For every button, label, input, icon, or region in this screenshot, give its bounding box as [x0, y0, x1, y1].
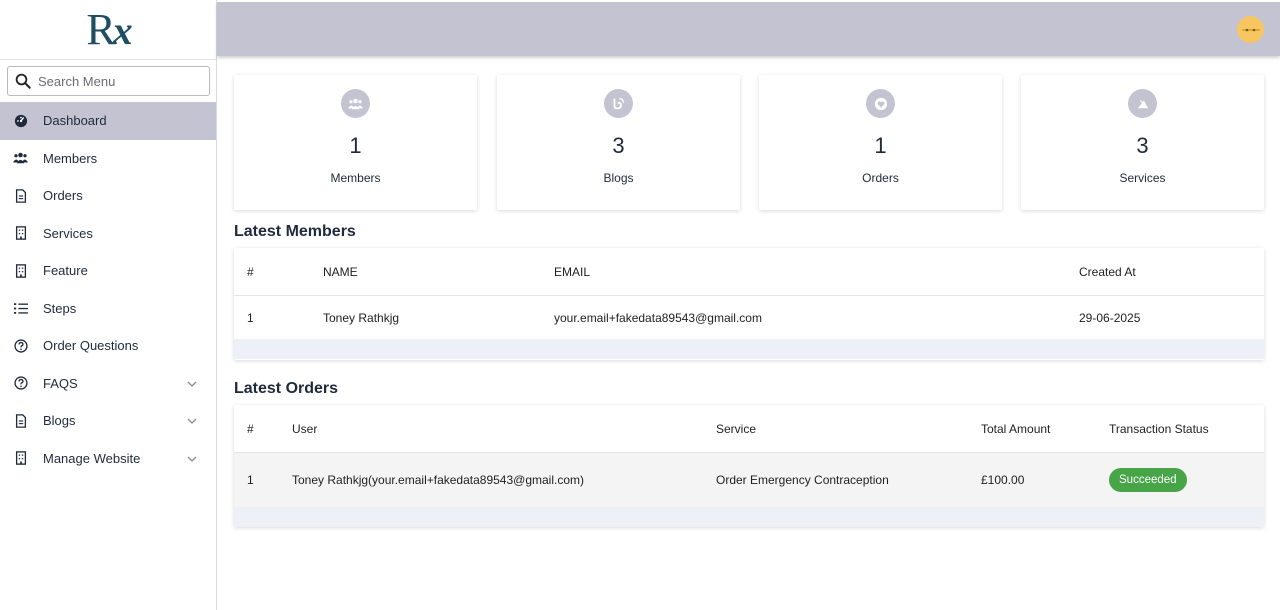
table-header-row: # NAME EMAIL Created At [234, 248, 1264, 296]
latest-orders-title: Latest Orders [234, 380, 339, 397]
list-icon [13, 301, 28, 316]
chevron-down-icon[interactable] [186, 453, 198, 465]
cell-email: your.email+fakedata89543@gmail.com [554, 310, 762, 325]
service-icon [1128, 89, 1157, 118]
sidebar-item-label: FAQS [43, 375, 78, 391]
sidebar-item-feature[interactable]: Feature [0, 252, 216, 290]
question-circle-icon [13, 376, 28, 391]
search-input[interactable] [38, 73, 198, 89]
sidebar-item-label: Services [43, 225, 93, 241]
cell-user: Toney Rathkjg(your.email+fakedata89543@g… [292, 473, 585, 487]
sidebar-item-services[interactable]: Services [0, 215, 216, 253]
sidebar-item-label: Steps [43, 300, 77, 316]
table-footer [234, 339, 1264, 359]
sidebar-item-label: Order Questions [43, 338, 139, 354]
column-header-status: Transaction Status [1109, 421, 1209, 436]
stat-value: 3 [612, 133, 625, 158]
avatar[interactable] [1237, 16, 1264, 43]
logo-letter-r: R [86, 4, 115, 54]
sidebar-item-dashboard[interactable]: Dashboard [0, 102, 216, 140]
users-icon [341, 89, 370, 118]
top-bar [217, 2, 1280, 56]
stat-card-blogs[interactable]: 3 Blogs [497, 75, 740, 210]
stat-label: Members [330, 171, 381, 185]
search-icon [15, 73, 31, 89]
logo-text: Rx [86, 4, 133, 54]
column-header-service: Service [716, 421, 757, 436]
sidebar-item-label: Blogs [43, 413, 76, 429]
document-icon [13, 188, 28, 203]
sidebar-item-label: Feature [43, 263, 88, 279]
sidebar-item-label: Manage Website [43, 450, 141, 466]
cell-name: Toney Rathkjg [323, 310, 400, 325]
cell-amount: £100.00 [981, 473, 1025, 487]
question-circle-icon [13, 338, 28, 353]
column-header-email: EMAIL [554, 264, 591, 279]
stat-card-members[interactable]: 1 Members [234, 75, 477, 210]
stat-value: 1 [349, 133, 362, 158]
logo-letter-x: x [112, 7, 133, 53]
latest-orders-table: # User Service Total Amount Transaction … [234, 405, 1264, 527]
sidebar-menu: Dashboard Members Orders Services Featur… [0, 102, 216, 477]
stat-label: Orders [862, 171, 899, 185]
dashboard-gauge-icon [13, 113, 28, 128]
column-header-name: NAME [323, 264, 358, 279]
table-row[interactable]: 1 Toney Rathkjg(your.email+fakedata89543… [234, 453, 1264, 507]
search-box [7, 66, 210, 96]
latest-members-table: # NAME EMAIL Created At 1 Toney Rathkjg … [234, 248, 1264, 360]
column-header-user: User [292, 421, 318, 436]
column-header-num: # [247, 421, 254, 436]
users-icon [13, 151, 28, 166]
sidebar-item-faqs[interactable]: FAQS [0, 365, 216, 403]
column-header-amount: Total Amount [981, 421, 1051, 436]
app-root: Rx Dashboard Members [0, 0, 1280, 610]
sidebar-item-order-questions[interactable]: Order Questions [0, 327, 216, 365]
table-footer [234, 507, 1264, 527]
stat-label: Blogs [603, 171, 634, 185]
sidebar-item-manage-website[interactable]: Manage Website [0, 440, 216, 478]
table-header-row: # User Service Total Amount Transaction … [234, 405, 1264, 453]
logo[interactable]: Rx [0, 0, 216, 60]
column-header-created: Created At [1079, 264, 1136, 279]
sidebar: Rx Dashboard Members [0, 0, 217, 610]
cell-num: 1 [247, 473, 254, 487]
chevron-down-icon[interactable] [186, 415, 198, 427]
sidebar-item-orders[interactable]: Orders [0, 177, 216, 215]
building-icon [13, 451, 28, 466]
building-icon [13, 226, 28, 241]
column-header-num: # [247, 264, 254, 279]
cell-service: Order Emergency Contraception [716, 473, 889, 487]
latest-members-title: Latest Members [234, 223, 356, 240]
stat-label: Services [1119, 171, 1166, 185]
chevron-down-icon[interactable] [186, 378, 198, 390]
stat-value: 1 [874, 133, 887, 158]
table-row[interactable]: 1 Toney Rathkjg your.email+fakedata89543… [234, 296, 1264, 339]
sidebar-item-members[interactable]: Members [0, 140, 216, 178]
sidebar-item-label: Dashboard [43, 113, 107, 129]
cell-created: 29-06-2025 [1079, 310, 1141, 325]
sidebar-item-label: Orders [43, 188, 83, 204]
avatar-logo-icon [1241, 28, 1260, 31]
sidebar-item-label: Members [43, 150, 98, 166]
sidebar-item-blogs[interactable]: Blogs [0, 402, 216, 440]
status-badge: Succeeded [1109, 468, 1187, 492]
document-icon [13, 413, 28, 428]
building-icon [13, 263, 28, 278]
heart-badge-icon [866, 89, 895, 118]
stat-value: 3 [1136, 133, 1149, 158]
cell-num: 1 [247, 310, 254, 325]
blog-icon [604, 89, 633, 118]
sidebar-item-steps[interactable]: Steps [0, 290, 216, 328]
stat-card-services[interactable]: 3 Services [1021, 75, 1264, 210]
stat-card-orders[interactable]: 1 Orders [759, 75, 1002, 210]
